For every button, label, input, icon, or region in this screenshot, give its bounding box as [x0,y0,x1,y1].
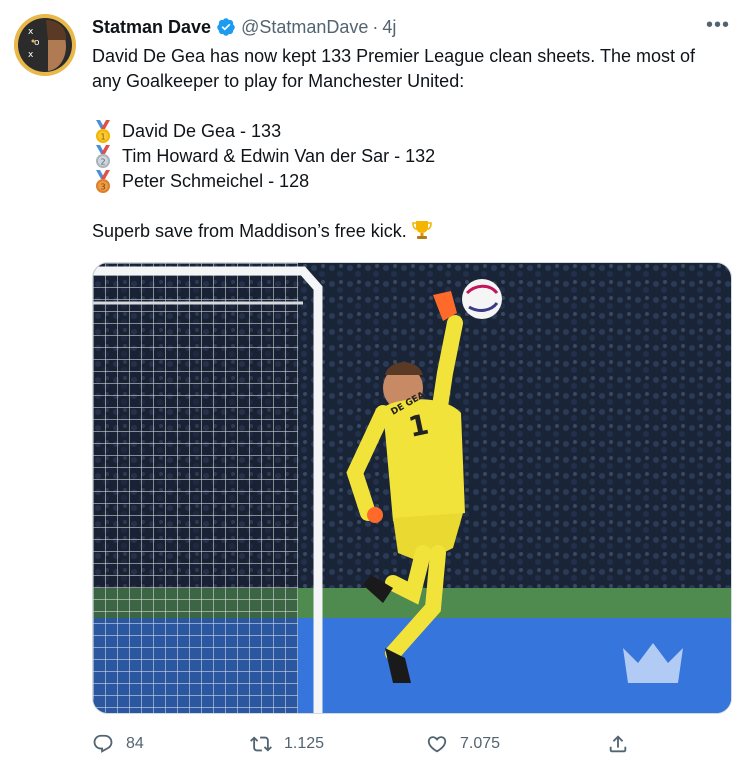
retweet-button[interactable]: 1.125 [250,733,324,755]
tweet-text: David De Gea has now kept 133 Premier Le… [92,44,722,244]
like-count: 7.075 [460,735,501,752]
svg-text:2: 2 [100,157,105,166]
ranking-item: 2 Tim Howard & Edwin Van der Sar - 132 [92,144,722,169]
like-button[interactable]: 7.075 [426,733,500,755]
ranking-item: 1 David De Gea - 133 [92,119,722,144]
reply-button[interactable]: 84 [92,733,144,755]
tweet-intro: David De Gea has now kept 133 Premier Le… [92,46,696,91]
author-handle[interactable]: @StatmanDave [241,17,368,38]
timestamp[interactable]: 4j [382,17,396,38]
share-icon [609,735,627,753]
share-button[interactable] [607,733,641,755]
ranking-item: 3 Peter Schmeichel - 128 [92,169,722,194]
more-options-icon[interactable]: ••• [706,14,730,37]
avatar[interactable]: x o x [14,14,76,76]
heart-icon [427,736,447,753]
retweet-icon [250,736,272,752]
silver-medal-icon: 2 [96,144,110,168]
verified-badge-icon [216,17,236,37]
bronze-medal-icon: 3 [96,169,110,193]
svg-text:x: x [28,27,34,37]
separator-dot: · [372,16,379,37]
ranking-text: Peter Schmeichel - 128 [122,171,310,191]
svg-text:1: 1 [100,132,105,141]
svg-text:x: x [28,50,34,60]
tweet-outro-text: Superb save from Maddison’s free kick. [92,221,407,241]
svg-text:o: o [34,38,40,48]
football [462,279,502,319]
tweet-outro: Superb save from Maddison’s free kick. [92,219,722,244]
trophy-icon [412,221,432,239]
tweet-actions: 84 1.125 7.075 [92,730,632,758]
display-name[interactable]: Statman Dave [92,17,211,38]
retweet-count: 1.125 [284,735,325,752]
ranking-text: David De Gea - 133 [122,121,282,141]
tweet-header: Statman Dave @StatmanDave · 4j ••• [92,14,730,40]
tweet-photo[interactable]: 1 DE GEA [92,262,732,714]
reply-count: 84 [126,735,144,752]
tweet-card: x o x Statman Dave @StatmanDave · 4j •••… [0,0,750,765]
svg-text:3: 3 [100,182,105,191]
gold-medal-icon: 1 [96,119,110,143]
reply-icon [93,734,113,753]
ranking-text: Tim Howard & Edwin Van der Sar - 132 [122,146,436,166]
